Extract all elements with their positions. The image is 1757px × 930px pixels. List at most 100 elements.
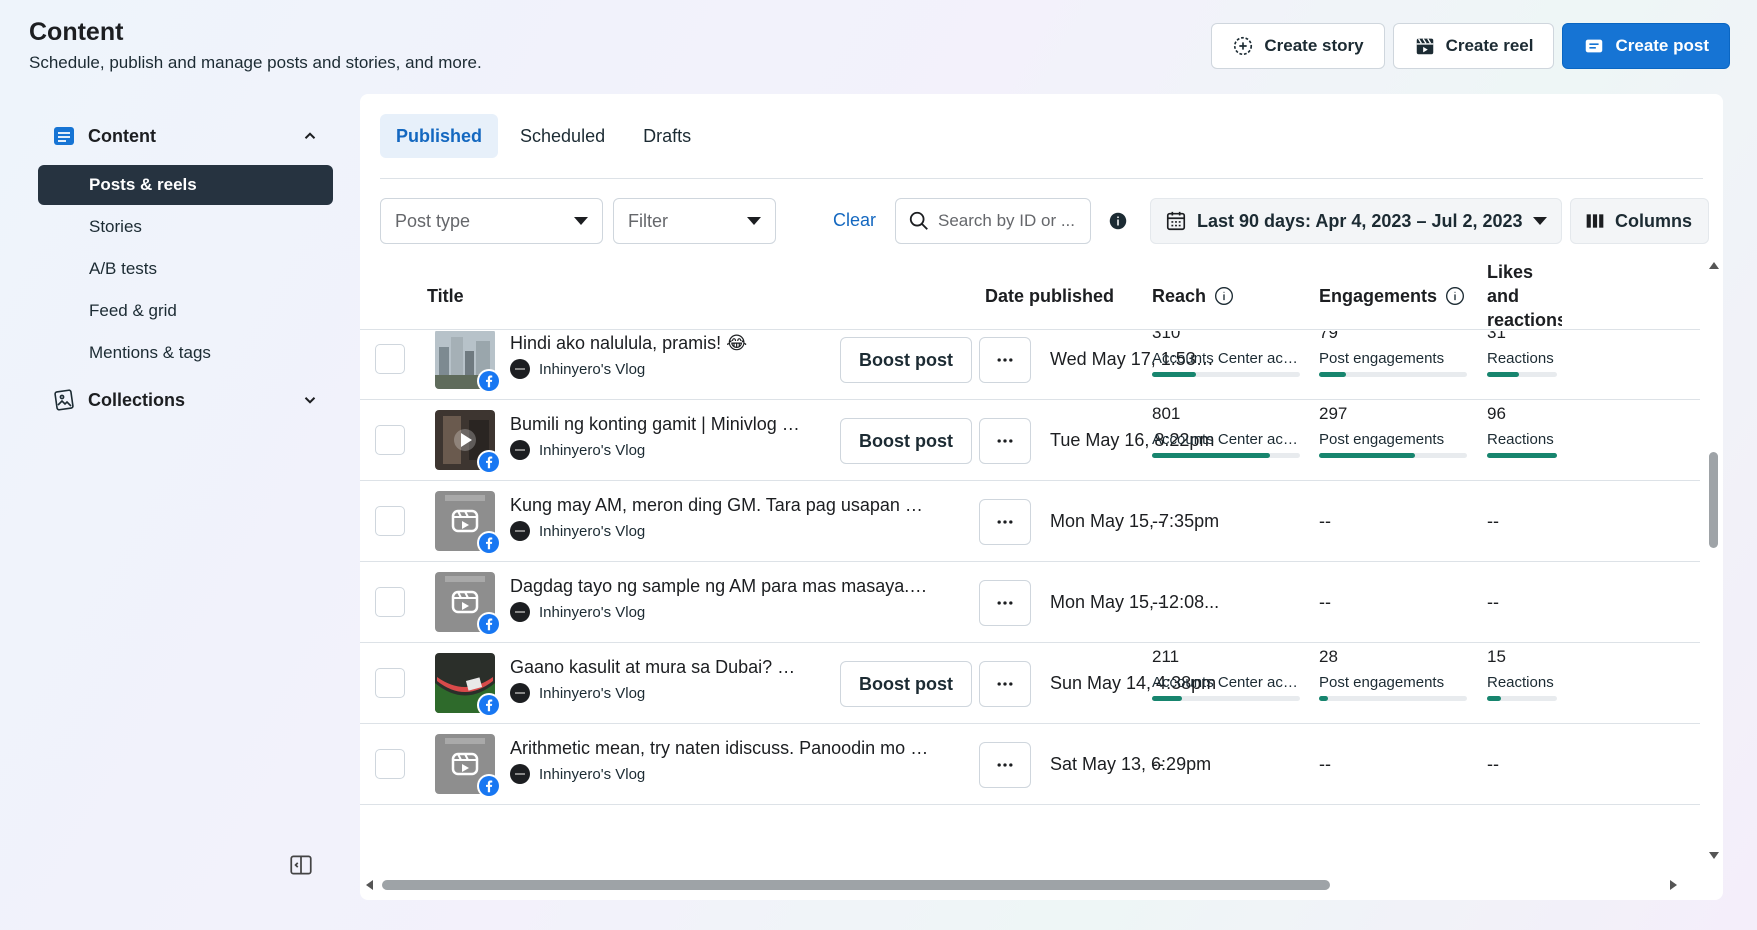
likes-bar bbox=[1487, 453, 1557, 458]
tab-drafts[interactable]: Drafts bbox=[627, 114, 707, 158]
sidebar-item-label: A/B tests bbox=[89, 259, 158, 278]
page-name: Inhinyero's Vlog bbox=[539, 603, 646, 621]
search-input[interactable] bbox=[938, 211, 1078, 231]
more-options-button[interactable] bbox=[979, 499, 1031, 545]
boost-post-button[interactable]: Boost post bbox=[840, 661, 972, 707]
page-avatar bbox=[510, 764, 530, 784]
sidebar-item-label: Stories bbox=[89, 217, 142, 236]
columns-button[interactable]: Columns bbox=[1570, 198, 1709, 244]
table-row[interactable]: Hindi ako nalulula, pramis! 😂 Inhinyero's… bbox=[360, 331, 1700, 400]
tab-bar: Published Scheduled Drafts bbox=[380, 114, 707, 158]
page-name: Inhinyero's Vlog bbox=[539, 360, 646, 378]
tab-published[interactable]: Published bbox=[380, 114, 499, 158]
sidebar-item-ab-tests[interactable]: A/B tests bbox=[38, 249, 333, 289]
post-title[interactable]: Dagdag tayo ng sample ng AM para mas mas… bbox=[510, 576, 930, 597]
page-avatar bbox=[510, 521, 530, 541]
horizontal-scrollbar[interactable] bbox=[360, 874, 1700, 894]
post-title[interactable]: Bumili ng konting gamit | Minivlog 14 #.… bbox=[510, 414, 802, 435]
reach-metric: 211 Accounts Center accou... bbox=[1152, 647, 1300, 701]
table-row[interactable]: Gaano kasulit at mura sa Dubai? 2.5 AE..… bbox=[360, 643, 1700, 724]
row-checkbox[interactable] bbox=[375, 668, 405, 698]
clapperboard-icon bbox=[1416, 38, 1433, 55]
more-icon bbox=[995, 512, 1015, 532]
create-post-button[interactable]: Create post bbox=[1562, 23, 1730, 69]
vertical-scrollbar[interactable] bbox=[1706, 262, 1720, 862]
scroll-right-icon[interactable] bbox=[1670, 880, 1677, 890]
engagements-bar bbox=[1319, 696, 1467, 701]
column-header-likes[interactable]: Likes and reactions bbox=[1487, 262, 1562, 330]
sidebar-item-stories[interactable]: Stories bbox=[38, 207, 333, 247]
sidebar-group-collections-label: Collections bbox=[88, 389, 186, 410]
row-checkbox[interactable] bbox=[375, 587, 405, 617]
search-box bbox=[895, 198, 1091, 244]
page-name: Inhinyero's Vlog bbox=[539, 522, 646, 540]
likes-bar-fill bbox=[1487, 696, 1501, 701]
more-icon bbox=[995, 674, 1015, 694]
column-header-engagements[interactable]: Engagements bbox=[1319, 262, 1465, 330]
boost-post-button[interactable]: Boost post bbox=[840, 337, 972, 383]
post-title[interactable]: Hindi ako nalulula, pramis! 😂 bbox=[510, 333, 802, 354]
info-icon[interactable] bbox=[1445, 286, 1465, 306]
sidebar: Content Posts & reels Stories A/B tests … bbox=[38, 115, 333, 421]
horizontal-scroll-thumb[interactable] bbox=[382, 880, 1330, 890]
table-row[interactable]: Dagdag tayo ng sample ng AM para mas mas… bbox=[360, 562, 1700, 643]
page-avatar bbox=[510, 359, 530, 379]
more-options-button[interactable] bbox=[979, 661, 1031, 707]
post-title[interactable]: Arithmetic mean, try naten idiscuss. Pan… bbox=[510, 738, 930, 759]
post-page: Inhinyero's Vlog bbox=[510, 359, 645, 379]
reach-empty: -- bbox=[1152, 511, 1164, 531]
sidebar-item-mentions-tags[interactable]: Mentions & tags bbox=[38, 333, 333, 373]
table-row[interactable]: Arithmetic mean, try naten idiscuss. Pan… bbox=[360, 724, 1700, 805]
post-type-select[interactable]: Post type bbox=[380, 198, 603, 244]
likes-empty: -- bbox=[1487, 754, 1499, 774]
row-checkbox[interactable] bbox=[375, 344, 405, 374]
more-options-button[interactable] bbox=[979, 337, 1031, 383]
info-icon[interactable] bbox=[1109, 212, 1127, 230]
columns-icon bbox=[1586, 214, 1604, 228]
reach-value: 801 bbox=[1152, 404, 1181, 423]
filter-select[interactable]: Filter bbox=[613, 198, 776, 244]
scroll-left-icon[interactable] bbox=[366, 880, 373, 890]
collapse-sidebar-icon[interactable] bbox=[288, 852, 314, 878]
scroll-down-icon[interactable] bbox=[1709, 852, 1719, 859]
engagements-metric: 297 Post engagements bbox=[1319, 404, 1467, 458]
scroll-up-icon[interactable] bbox=[1709, 262, 1719, 269]
engagements-value: 79 bbox=[1319, 331, 1338, 342]
sidebar-group-collections[interactable]: Collections bbox=[38, 379, 333, 421]
more-options-button[interactable] bbox=[979, 580, 1031, 626]
column-header-title[interactable]: Title bbox=[427, 262, 464, 330]
reach-value: 310 bbox=[1152, 331, 1181, 342]
row-checkbox[interactable] bbox=[375, 506, 405, 536]
more-options-button[interactable] bbox=[979, 418, 1031, 464]
boost-post-button[interactable]: Boost post bbox=[840, 418, 972, 464]
caret-down-icon bbox=[1533, 217, 1547, 225]
date-published: Sat May 13, 6:29pm bbox=[1050, 754, 1212, 774]
column-header-reach[interactable]: Reach bbox=[1152, 262, 1234, 330]
row-checkbox[interactable] bbox=[375, 749, 405, 779]
sidebar-item-feed-grid[interactable]: Feed & grid bbox=[38, 291, 333, 331]
sidebar-group-content[interactable]: Content bbox=[38, 115, 333, 157]
date-range-button[interactable]: Last 90 days: Apr 4, 2023 – Jul 2, 2023 bbox=[1150, 198, 1562, 244]
more-options-button[interactable] bbox=[979, 742, 1031, 788]
table-row[interactable]: Bumili ng konting gamit | Minivlog 14 #.… bbox=[360, 400, 1700, 481]
create-story-button[interactable]: Create story bbox=[1211, 23, 1385, 69]
reach-empty: -- bbox=[1152, 592, 1164, 612]
engagements-empty: -- bbox=[1319, 592, 1331, 612]
page-avatar bbox=[510, 602, 530, 622]
row-checkbox[interactable] bbox=[375, 425, 405, 455]
tab-scheduled[interactable]: Scheduled bbox=[504, 114, 621, 158]
column-header-date[interactable]: Date published bbox=[985, 262, 1114, 330]
post-title[interactable]: Kung may AM, meron ding GM. Tara pag usa… bbox=[510, 495, 930, 516]
boost-post-label: Boost post bbox=[859, 349, 953, 370]
clear-filters-link[interactable]: Clear bbox=[833, 210, 876, 231]
create-reel-button[interactable]: Create reel bbox=[1392, 23, 1555, 69]
post-title[interactable]: Gaano kasulit at mura sa Dubai? 2.5 AE..… bbox=[510, 657, 802, 678]
sidebar-item-posts-reels[interactable]: Posts & reels bbox=[38, 165, 333, 205]
info-icon[interactable] bbox=[1214, 286, 1234, 306]
engagements-empty: -- bbox=[1319, 511, 1331, 531]
table-row[interactable]: Kung may AM, meron ding GM. Tara pag usa… bbox=[360, 481, 1700, 562]
date-range-label: Last 90 days: Apr 4, 2023 – Jul 2, 2023 bbox=[1197, 210, 1523, 231]
likes-empty: -- bbox=[1487, 511, 1499, 531]
facebook-icon bbox=[477, 693, 501, 717]
vertical-scroll-thumb[interactable] bbox=[1709, 452, 1718, 548]
